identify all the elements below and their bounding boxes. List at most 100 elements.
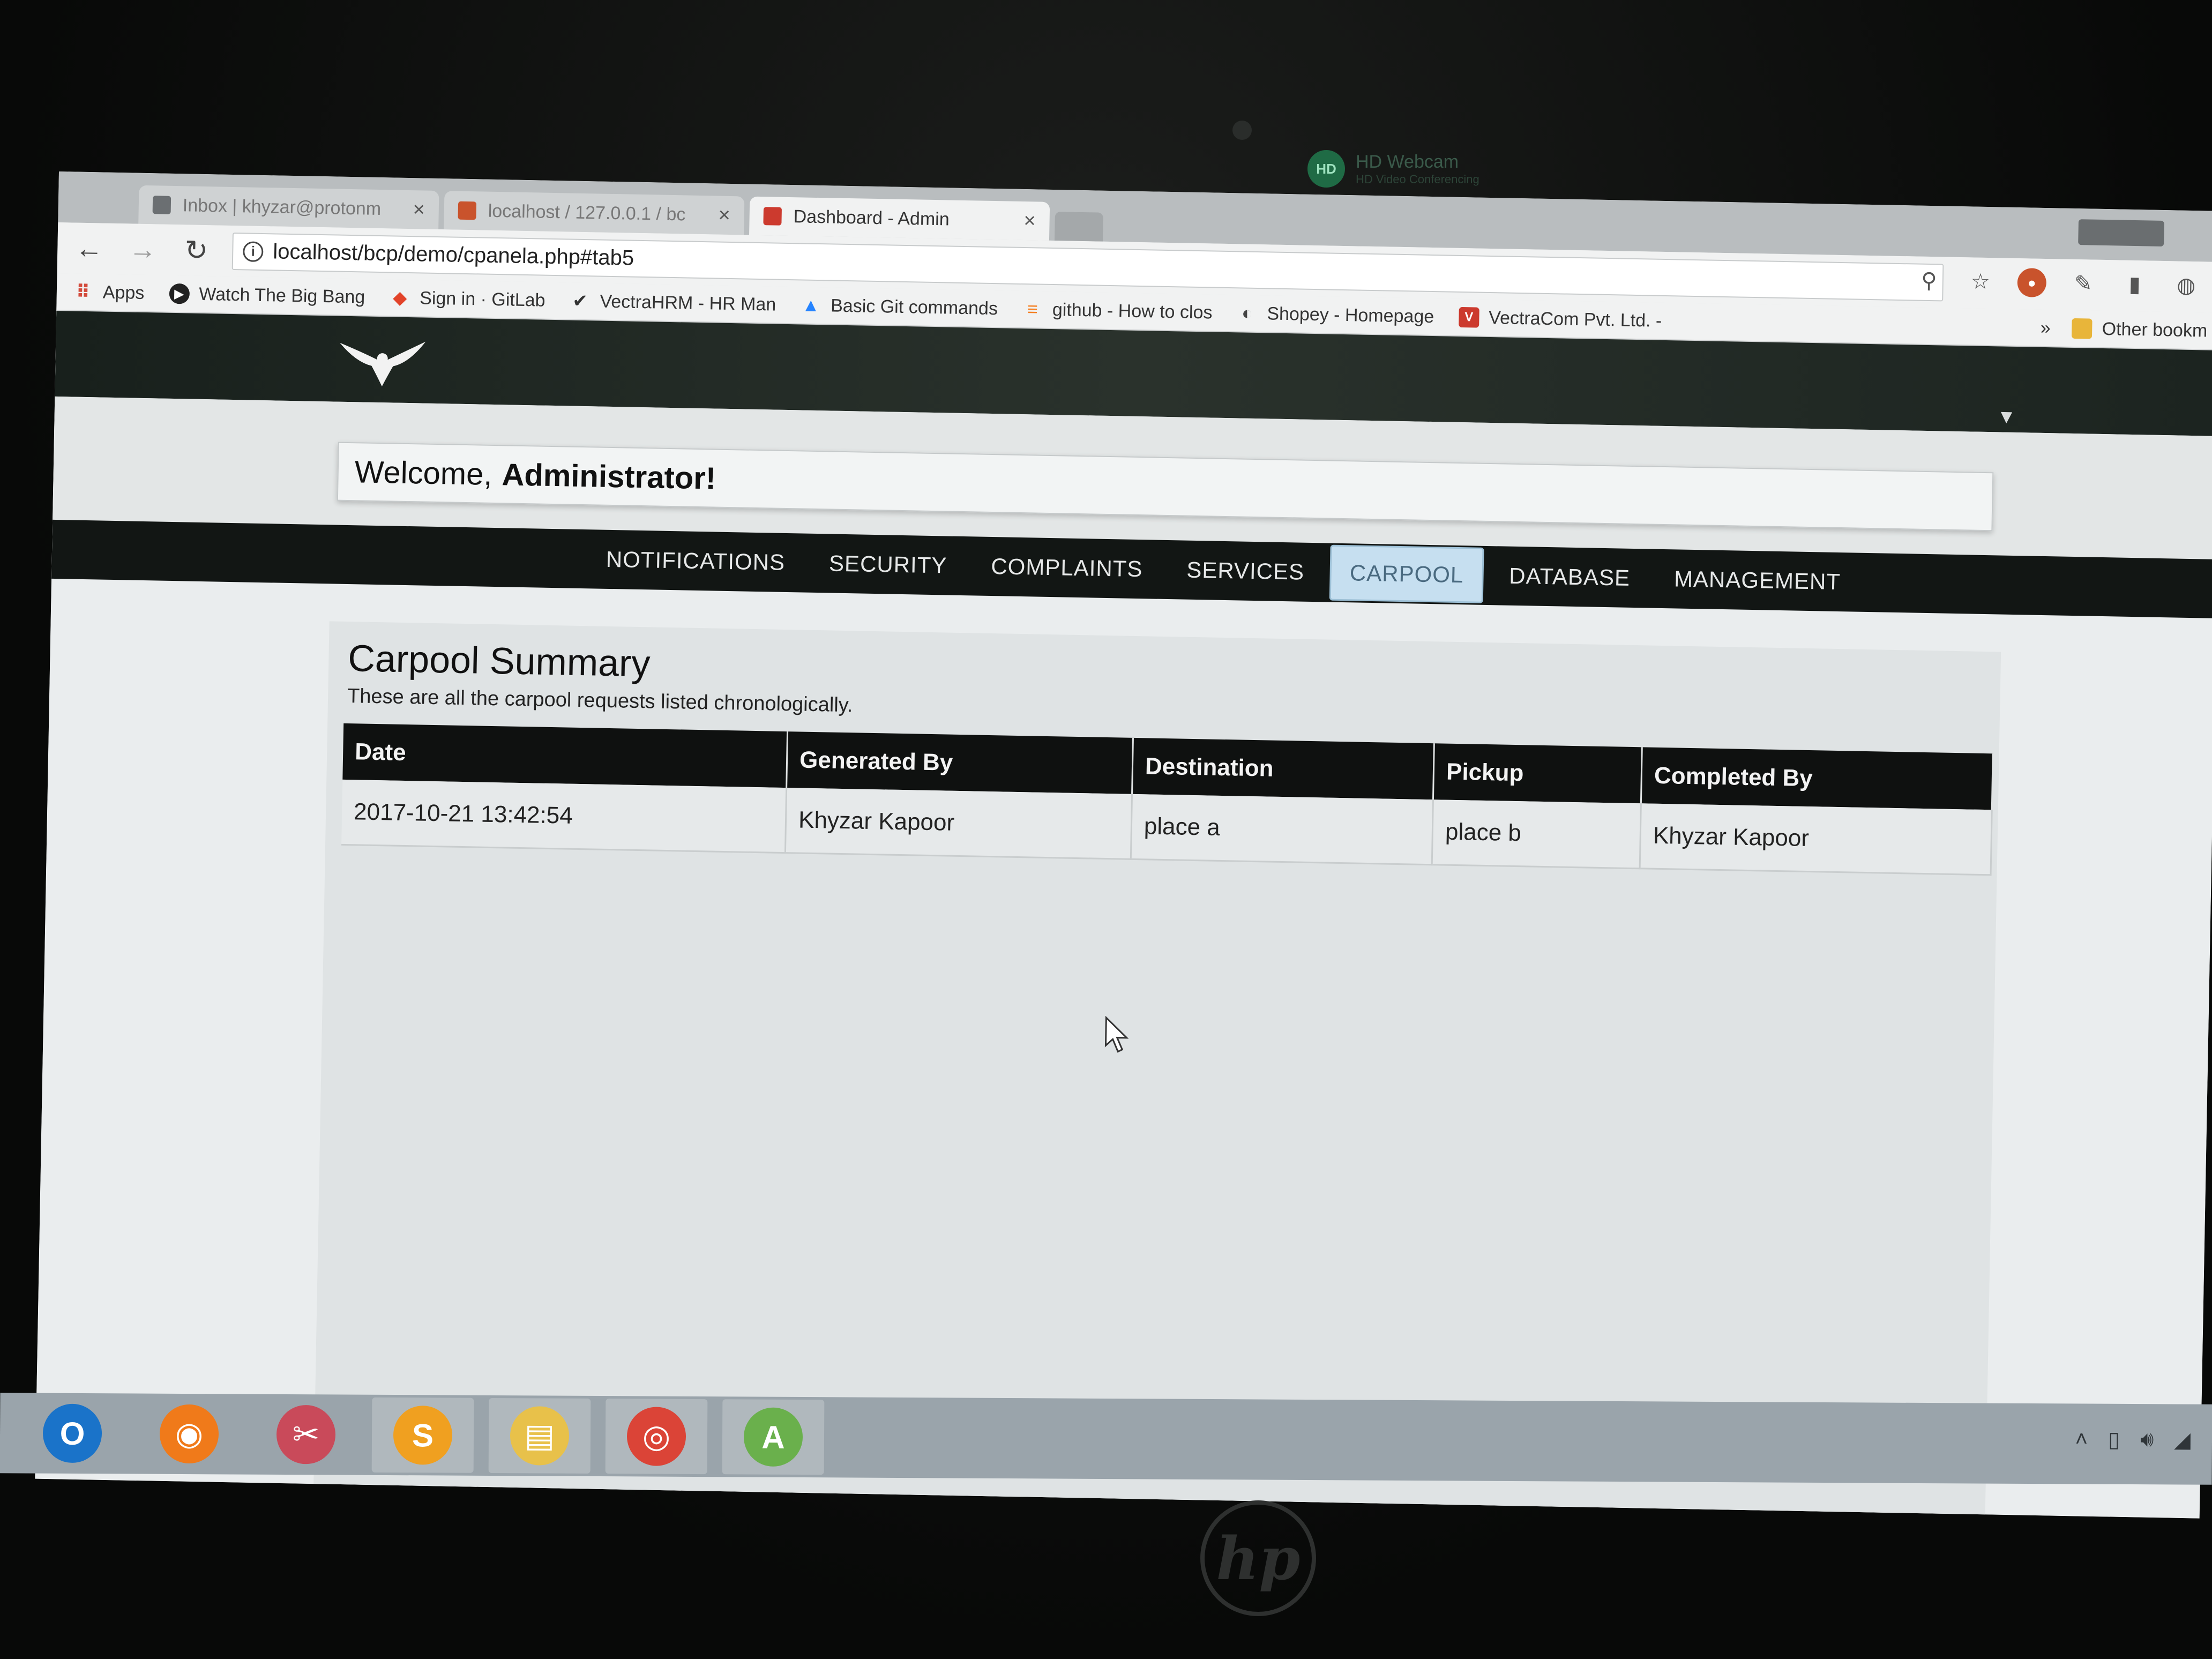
- other-bookmarks[interactable]: Other bookm: [2072, 318, 2208, 341]
- table-cell: Khyzar Kapoor: [1640, 803, 1992, 875]
- tab-title: Inbox | khyzar@protonm: [182, 195, 382, 219]
- bookmark-label: Watch The Big Bang: [199, 283, 365, 308]
- sublime-text-icon: S: [393, 1406, 453, 1465]
- taskbar-android-studio-button[interactable]: A: [722, 1399, 825, 1475]
- dashboard-favicon-icon: [763, 207, 782, 226]
- volume-icon[interactable]: 🔊︎: [2140, 1428, 2154, 1452]
- new-tab-button[interactable]: [1054, 212, 1103, 242]
- close-icon[interactable]: ×: [718, 204, 730, 227]
- webcam-app-subtitle: HD Video Conferencing: [1356, 172, 1479, 186]
- bookmark-item[interactable]: ▶ Watch The Big Bang: [169, 283, 365, 308]
- bookmark-apps[interactable]: ⠿ Apps: [73, 281, 145, 303]
- panel-subtitle: These are all the carpool requests liste…: [347, 685, 853, 717]
- chevron-up-icon[interactable]: ˄: [2075, 1427, 2088, 1452]
- screen: Inbox | khyzar@protonm × localhost / 127…: [35, 171, 2212, 1519]
- chevron-right-icon[interactable]: »: [2040, 317, 2051, 338]
- welcome-prefix: Welcome,: [354, 454, 493, 492]
- extension-icon[interactable]: ◍: [2171, 271, 2201, 300]
- panel-title: Carpool Summary: [347, 637, 651, 685]
- battery-icon[interactable]: ▯: [2108, 1428, 2120, 1452]
- android-studio-icon: A: [743, 1407, 803, 1467]
- extension-icon[interactable]: ✎: [2068, 269, 2098, 298]
- forward-arrow-icon[interactable]: →: [121, 227, 165, 272]
- star-icon[interactable]: ☆: [1966, 267, 1995, 296]
- welcome-name: Administrator!: [501, 457, 716, 496]
- tab-complaints[interactable]: COMPLAINTS: [972, 539, 1161, 596]
- carpool-table: Date Generated By Destination Pickup Complet…: [341, 723, 1994, 876]
- taskbar-snipping-tool-button[interactable]: ✂: [255, 1397, 357, 1473]
- extension-icon[interactable]: ●: [2017, 268, 2047, 297]
- phpmyadmin-icon: [458, 201, 477, 220]
- bookmark-label: Shopey - Homepage: [1267, 303, 1434, 327]
- atlassian-icon: ▲: [802, 294, 820, 316]
- table-cell: Khyzar Kapoor: [785, 788, 1132, 860]
- toolbar-icons: ⚲ ☆ ● ✎ ▮ ◍: [1914, 266, 2201, 300]
- browser-tab[interactable]: localhost / 127.0.0.1 / bc ×: [444, 191, 745, 235]
- close-icon[interactable]: ×: [413, 198, 425, 221]
- webcam-app-title: HD Webcam: [1356, 151, 1459, 172]
- column-header: Destination: [1132, 737, 1434, 800]
- signal-icon[interactable]: ◢: [2174, 1428, 2191, 1452]
- info-icon[interactable]: i: [242, 241, 264, 262]
- bookmark-label: VectraHRM - HR Man: [600, 291, 776, 315]
- close-icon[interactable]: ×: [1023, 210, 1036, 233]
- bookmark-item[interactable]: ✔ VectraHRM - HR Man: [570, 290, 776, 315]
- table-cell: 2017-10-21 13:42:54: [341, 779, 787, 853]
- eagle-logo-icon: [340, 341, 426, 387]
- bookmark-label: github - How to clos: [1052, 299, 1213, 323]
- hp-logo: hp: [1200, 1500, 1316, 1616]
- tab-database[interactable]: DATABASE: [1490, 549, 1649, 605]
- reload-icon[interactable]: ↻: [174, 228, 219, 272]
- browser-tab-active[interactable]: Dashboard - Admin ×: [749, 196, 1050, 241]
- vectra-icon: ✔: [572, 290, 588, 312]
- apps-grid-icon: ⠿: [76, 281, 91, 303]
- taskbar-outlook-button[interactable]: O: [21, 1395, 124, 1471]
- search-icon[interactable]: ⚲: [1914, 266, 1944, 295]
- chrome-icon: ◎: [626, 1407, 686, 1466]
- outlook-icon: O: [42, 1403, 102, 1463]
- column-header: Date: [342, 723, 788, 788]
- tab-notifications[interactable]: NOTIFICATIONS: [587, 532, 804, 589]
- bookmark-item[interactable]: ◐ Shopey - Homepage: [1237, 303, 1434, 327]
- webcam-app-icon: HD: [1307, 150, 1345, 188]
- webcam-app-notice: HD HD Webcam HD Video Conferencing: [1307, 150, 1479, 188]
- column-header: Completed By: [1641, 747, 1993, 810]
- carpool-panel: Carpool Summary These are all the carpoo…: [312, 621, 2001, 1519]
- tab-security[interactable]: SECURITY: [810, 536, 966, 593]
- bookmarks-overflow: » Other bookm: [2040, 317, 2207, 341]
- bookmark-item[interactable]: ≡ github - How to clos: [1022, 298, 1213, 323]
- welcome-message: Welcome, Administrator!: [337, 442, 1994, 532]
- tab-title: Dashboard - Admin: [793, 206, 950, 229]
- bookmark-item[interactable]: V VectraCom Pvt. Ltd. -: [1458, 307, 1662, 331]
- column-header: Generated By: [786, 731, 1133, 794]
- webcam-lens: [1232, 121, 1252, 140]
- taskbar-sublime-text-button[interactable]: S: [371, 1397, 474, 1473]
- extension-icon[interactable]: ▮: [2120, 270, 2149, 300]
- lock-icon: [152, 196, 171, 214]
- taskbar-file-explorer-button[interactable]: ▤: [488, 1398, 591, 1474]
- bookmark-label: Apps: [102, 282, 145, 303]
- taskbar-firefox-button[interactable]: ◉: [138, 1396, 241, 1472]
- bookmark-label: Other bookm: [2102, 318, 2208, 341]
- folder-icon: [2072, 318, 2093, 339]
- table-cell: place a: [1131, 794, 1433, 865]
- bookmark-label: Sign in · GitLab: [419, 287, 545, 311]
- mouse-pointer-icon: [1104, 1016, 1129, 1053]
- chevron-down-icon[interactable]: ▼: [1997, 405, 2016, 428]
- browser-tab[interactable]: Inbox | khyzar@protonm ×: [138, 185, 439, 229]
- windows-taskbar: O ◉ ✂ S ▤ ◎ A ˄ ▯ 🔊︎ ◢: [0, 1393, 2212, 1485]
- stackoverflow-icon: ≡: [1027, 298, 1038, 320]
- url-text: localhost/bcp/demo/cpanela.php#tab5: [272, 240, 634, 270]
- column-header: Pickup: [1433, 743, 1642, 804]
- profile-button[interactable]: [2078, 219, 2164, 247]
- taskbar-chrome-button[interactable]: ◎: [605, 1399, 708, 1475]
- vectracom-icon: V: [1458, 307, 1479, 328]
- tab-carpool[interactable]: CARPOOL: [1329, 544, 1484, 603]
- back-arrow-icon[interactable]: ←: [67, 226, 111, 271]
- tab-services[interactable]: SERVICES: [1168, 543, 1322, 599]
- tab-management[interactable]: MANAGEMENT: [1655, 552, 1859, 609]
- system-tray: ˄ ▯ 🔊︎ ◢: [2075, 1427, 2191, 1452]
- bookmark-item[interactable]: ▲ Basic Git commands: [801, 295, 998, 319]
- gitlab-icon: ◆: [392, 287, 407, 308]
- bookmark-item[interactable]: ◆ Sign in · GitLab: [390, 287, 545, 311]
